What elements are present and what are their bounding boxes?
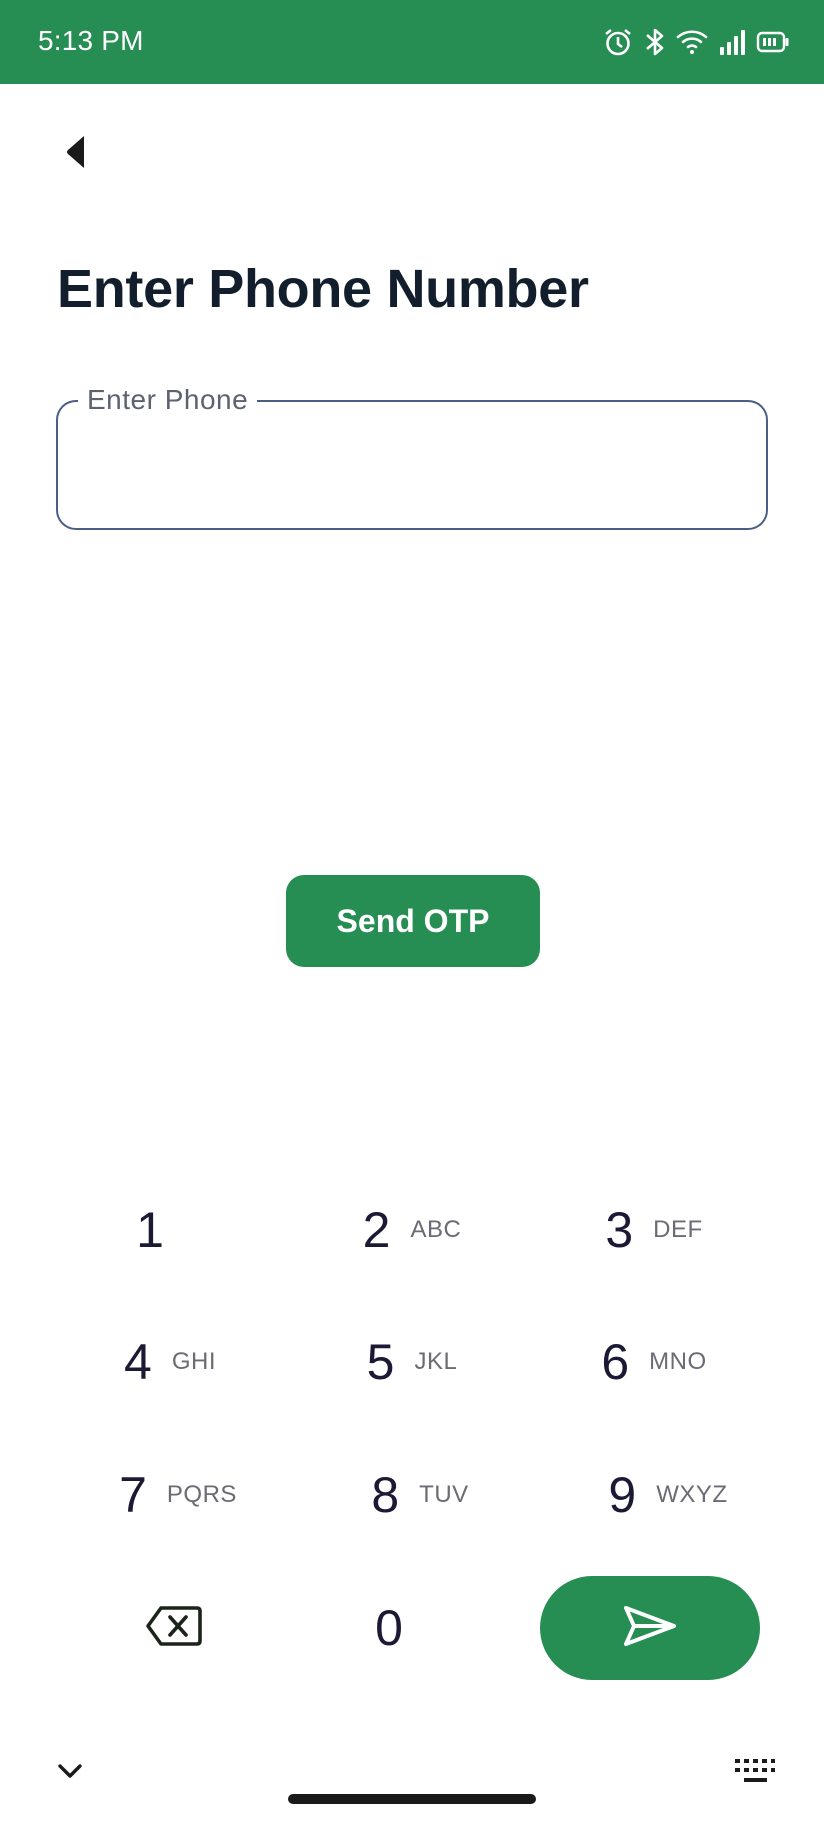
key-1[interactable]: 1 [30,1180,270,1280]
home-indicator[interactable] [288,1794,536,1804]
status-icons [602,26,790,58]
key-digit: 6 [601,1334,630,1390]
key-digit: 8 [371,1467,400,1523]
key-9[interactable]: 9 WXYZ [548,1445,788,1545]
backspace-icon [145,1605,203,1652]
status-time: 5:13 PM [38,25,144,56]
alarm-icon [602,26,634,58]
battery-icon [756,30,790,54]
send-icon [622,1604,678,1653]
send-otp-button[interactable]: Send OTP [286,875,540,967]
collapse-keyboard-button[interactable] [50,1755,90,1791]
key-letters: WXYZ [656,1481,728,1508]
page-title: Enter Phone Number [57,259,589,319]
wifi-icon [676,28,708,56]
key-5[interactable]: 5 JKL [292,1312,532,1412]
key-letters: JKL [414,1348,458,1375]
keyboard-icon [734,1757,776,1790]
key-letters: ABC [410,1216,462,1243]
key-letters: GHI [171,1348,216,1375]
switch-keyboard-button[interactable] [730,1755,780,1791]
bluetooth-icon [644,26,666,58]
key-7[interactable]: 7 PQRS [58,1445,298,1545]
backspace-key[interactable] [54,1578,294,1678]
chevron-down-icon [57,1762,83,1785]
key-6[interactable]: 6 MNO [534,1312,774,1412]
numeric-keypad: 1 2 ABC 3 DEF 4 GHI 5 JKL 6 MNO 7 PQRS 8… [0,1160,824,1720]
phone-field-label: Enter Phone [78,384,258,416]
key-3[interactable]: 3 DEF [534,1180,774,1280]
key-letters: DEF [653,1216,703,1243]
key-digit: 3 [605,1202,634,1258]
key-digit: 1 [136,1202,164,1258]
key-digit: 5 [366,1334,395,1390]
key-letters: PQRS [166,1481,237,1508]
key-8[interactable]: 8 TUV [300,1445,540,1545]
back-button[interactable] [56,128,96,180]
key-digit: 0 [375,1600,403,1656]
key-2[interactable]: 2 ABC [292,1180,532,1280]
phone-input[interactable] [86,440,736,492]
back-arrow-icon [64,134,88,175]
signal-icon [718,28,746,56]
status-bar: 5:13 PM [0,0,824,84]
key-4[interactable]: 4 GHI [50,1312,290,1412]
key-digit: 7 [119,1467,147,1523]
key-0[interactable]: 0 [269,1578,509,1678]
key-letters: TUV [419,1481,469,1508]
key-digit: 9 [608,1467,637,1523]
keypad-send-button[interactable] [540,1576,760,1680]
key-digit: 4 [124,1334,152,1390]
phone-field[interactable]: Enter Phone [56,384,768,530]
key-letters: MNO [649,1348,707,1375]
key-digit: 2 [362,1202,391,1258]
